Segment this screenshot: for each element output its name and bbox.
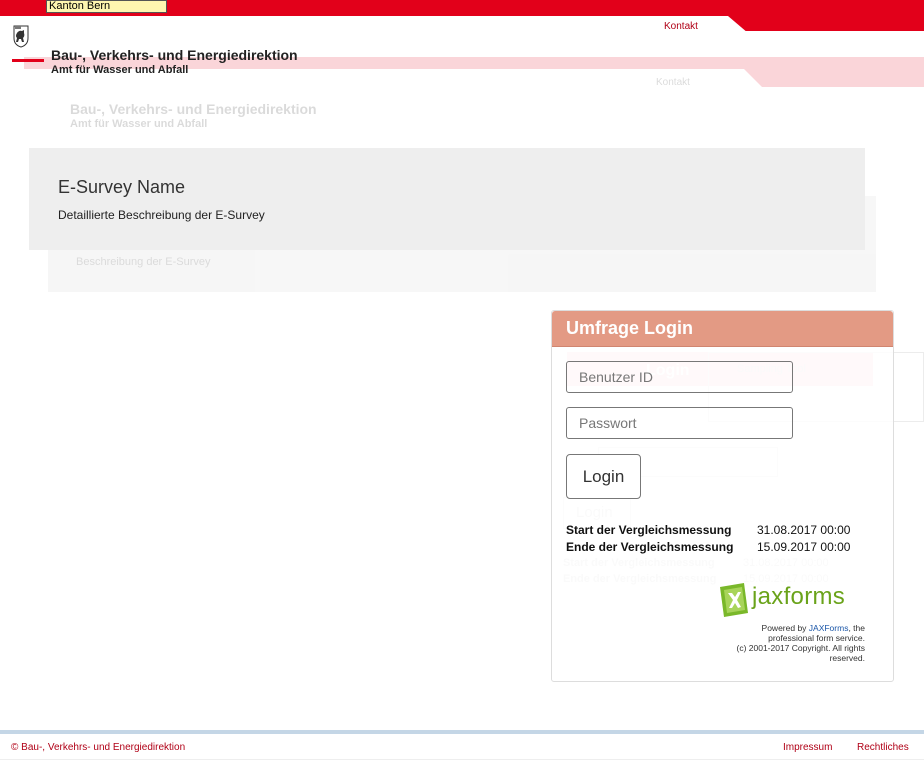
survey-title: E-Survey Name <box>58 177 186 197</box>
survey-description: Detaillierte Beschreibung der E-Survey <box>58 208 265 222</box>
header-red-line <box>12 59 44 62</box>
ghost-office: Amt für Wasser und Abfall <box>70 118 208 130</box>
login-heading: Umfrage Login <box>566 318 694 338</box>
impressum-link[interactable]: Impressum <box>783 742 832 753</box>
red-wedge <box>728 16 924 31</box>
footer-copyright: © Bau-, Verkehrs- und Energiedirektion <box>11 742 186 753</box>
jaxforms-logo-icon[interactable] <box>718 581 750 619</box>
page: Kontakt Bau-, Verkehrs- und Energiedirek… <box>0 0 924 772</box>
end-label: Ende der Vergleichsmessung <box>566 540 734 554</box>
user-id-input[interactable] <box>566 361 793 393</box>
survey-intro-panel <box>29 148 865 250</box>
contact-link[interactable]: Kontakt <box>664 21 698 32</box>
office-title: Amt für Wasser und Abfall <box>51 64 189 76</box>
bern-crest-icon <box>13 25 29 48</box>
directorate-title: Bau-, Verkehrs- und Energiedirektion <box>51 47 298 63</box>
ghost-directorate: Bau-, Verkehrs- und Energiedirektion <box>70 101 317 117</box>
jaxforms-link[interactable]: JAXForms <box>809 623 849 633</box>
login-button[interactable]: Login <box>566 454 641 499</box>
canton-label[interactable]: Kanton Bern <box>46 0 167 13</box>
ghost-survey-desc: Beschreibung der E-Survey <box>76 256 211 268</box>
powered-prefix: Powered by <box>761 623 809 633</box>
start-value: 31.08.2017 00:00 <box>757 523 851 537</box>
login-panel: Umfrage Login Login Start der Vergleichs… <box>551 310 894 682</box>
powered-by-text: Powered by JAXForms, the professional fo… <box>735 623 865 663</box>
ghost-contact: Kontakt <box>656 77 690 88</box>
start-label: Start der Vergleichsmessung <box>566 523 732 537</box>
password-input[interactable] <box>566 407 793 439</box>
legal-link[interactable]: Rechtliches <box>857 742 909 753</box>
jaxforms-logo-text[interactable]: jaxforms <box>752 583 845 611</box>
login-header: Umfrage Login <box>552 311 893 347</box>
powered-copyright: (c) 2001-2017 Copyright. All rights rese… <box>736 643 865 663</box>
end-value: 15.09.2017 00:00 <box>757 540 851 554</box>
